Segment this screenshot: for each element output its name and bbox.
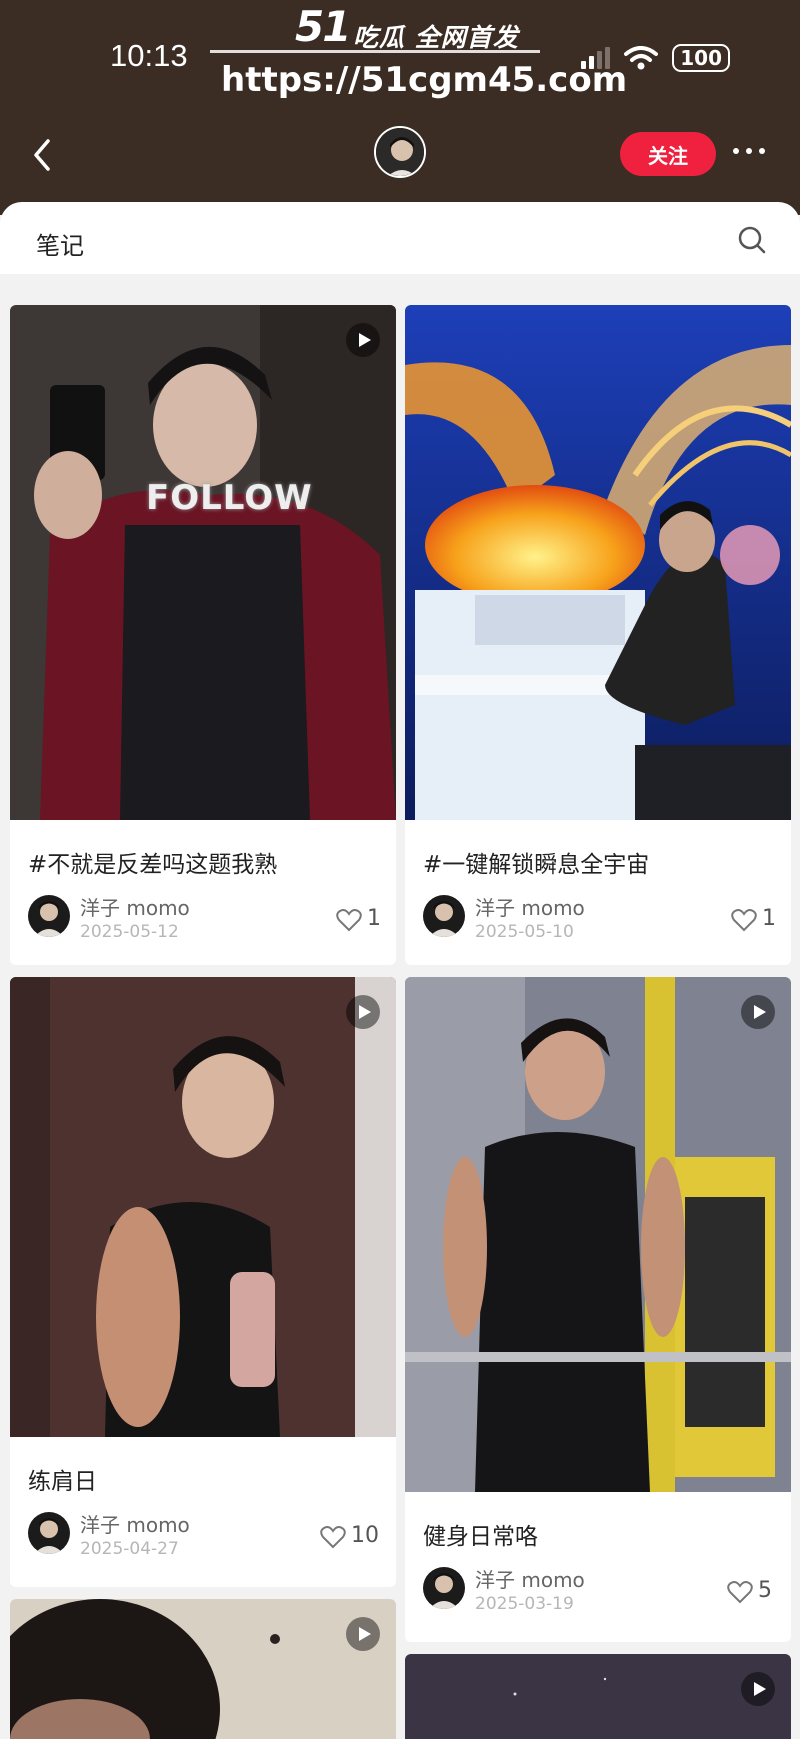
post-thumbnail[interactable]: FOLLOW <box>10 305 396 820</box>
heart-icon[interactable] <box>320 1525 346 1549</box>
post-date: 2025-04-27 <box>80 1539 179 1559</box>
post-card[interactable]: 练肩日 洋子 momo 2025-04-27 10 <box>10 977 396 1587</box>
post-card[interactable]: #一键解锁瞬息全宇宙 洋子 momo 2025-05-10 1 <box>405 305 791 965</box>
post-author: 洋子 momo <box>80 1513 190 1537</box>
post-card[interactable] <box>10 1599 396 1739</box>
post-title: #一键解锁瞬息全宇宙 <box>423 852 650 878</box>
watermark-logo: 51 <box>295 2 351 51</box>
author-avatar <box>28 1512 70 1554</box>
more-icon[interactable] <box>733 148 765 154</box>
battery-indicator: 100 <box>672 44 730 72</box>
tab-notes[interactable]: 笔记 <box>36 226 84 261</box>
profile-avatar[interactable] <box>374 126 426 178</box>
heart-icon[interactable] <box>731 908 757 932</box>
post-author: 洋子 momo <box>80 896 190 920</box>
post-thumbnail[interactable] <box>405 977 791 1492</box>
follow-button[interactable]: 关注 <box>620 132 716 176</box>
play-icon <box>741 995 775 1029</box>
post-author: 洋子 momo <box>475 896 585 920</box>
author-avatar <box>423 1567 465 1609</box>
play-icon <box>346 323 380 357</box>
notes-tabbar: 笔记 <box>0 202 800 274</box>
post-title: 健身日常咯 <box>423 1524 538 1550</box>
watermark-line <box>210 50 540 53</box>
author-avatar <box>423 895 465 937</box>
author-avatar <box>28 895 70 937</box>
post-thumbnail[interactable] <box>10 1599 396 1739</box>
post-author: 洋子 momo <box>475 1568 585 1592</box>
post-thumbnail[interactable] <box>405 1654 791 1739</box>
post-thumbnail[interactable] <box>10 977 396 1437</box>
post-date: 2025-05-10 <box>475 922 574 942</box>
post-card[interactable]: FOLLOW #不就是反差吗这题我熟 洋子 momo 2025-05-12 1 <box>10 305 396 965</box>
wifi-icon <box>624 46 659 70</box>
watermark: 51 吃瓜 全网首发 https://51cgm45.com <box>205 0 627 110</box>
like-count: 10 <box>351 1523 379 1548</box>
heart-icon[interactable] <box>336 908 362 932</box>
post-card[interactable] <box>405 1654 791 1739</box>
post-date: 2025-03-19 <box>475 1594 574 1614</box>
like-count: 5 <box>758 1578 772 1603</box>
post-date: 2025-05-12 <box>80 922 179 942</box>
like-count: 1 <box>367 906 381 931</box>
header-bar: 10:13 51 吃瓜 全网首发 https://51cgm45.com 100… <box>0 0 800 215</box>
post-card[interactable]: 健身日常咯 洋子 momo 2025-03-19 5 <box>405 977 791 1642</box>
like-count: 1 <box>762 906 776 931</box>
post-overlay-text: FOLLOW <box>146 478 313 518</box>
status-icons: 100 <box>581 44 730 72</box>
status-time: 10:13 <box>110 38 188 73</box>
watermark-url: https://51cgm45.com <box>221 60 628 100</box>
post-title: 练肩日 <box>28 1469 97 1495</box>
signal-icon <box>581 47 611 69</box>
play-icon <box>346 1617 380 1651</box>
play-icon <box>346 995 380 1029</box>
heart-icon[interactable] <box>727 1580 753 1604</box>
post-title: #不就是反差吗这题我熟 <box>28 852 278 878</box>
post-thumbnail[interactable] <box>405 305 791 820</box>
back-icon[interactable] <box>28 135 58 175</box>
watermark-title: 吃瓜 全网首发 <box>353 23 519 52</box>
search-icon[interactable] <box>736 224 768 256</box>
play-icon <box>741 1672 775 1706</box>
